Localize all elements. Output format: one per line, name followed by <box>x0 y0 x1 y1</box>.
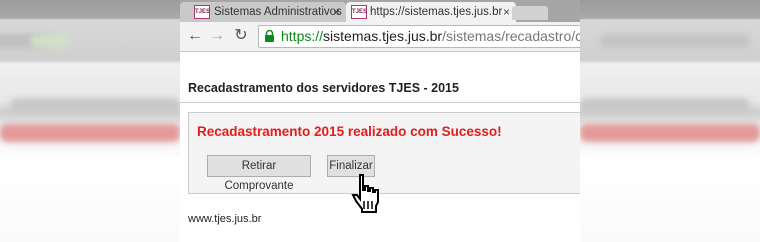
close-icon[interactable]: × <box>333 5 340 19</box>
back-arrow-icon[interactable]: ← <box>186 27 204 45</box>
reload-icon[interactable]: ↻ <box>232 27 250 45</box>
forward-arrow-icon[interactable]: → <box>208 27 226 45</box>
browser-toolbar: ← → ↻ https://sistemas.tjes.jus.br/siste… <box>180 22 580 52</box>
page-title: Recadastramento dos servidores TJES - 20… <box>188 81 459 95</box>
hand-pointer-cursor-icon <box>351 174 379 213</box>
url-host: sistemas.tjes.jus.br <box>323 28 443 44</box>
lock-icon <box>265 30 274 42</box>
address-bar[interactable]: https://sistemas.tjes.jus.br/sistemas/re… <box>258 25 580 48</box>
tab-label: https://sistemas.tjes.jus.br <box>370 6 503 18</box>
blurred-right-background <box>580 0 760 242</box>
tab-sistemas-administrativos[interactable]: TJES Sistemas Administrativos × <box>180 2 346 22</box>
url-scheme: https:// <box>281 28 324 44</box>
tab-bar: TJES Sistemas Administrativos × TJES htt… <box>180 0 580 22</box>
tab-label: Sistemas Administrativos <box>214 6 342 18</box>
success-message: Recadastramento 2015 realizado com Suces… <box>197 124 502 139</box>
retirar-comprovante-button[interactable]: Retirar Comprovante <box>207 155 311 192</box>
blurred-left-background <box>0 0 180 242</box>
tjes-favicon-icon: TJES <box>351 5 367 19</box>
new-tab-button[interactable] <box>512 6 548 20</box>
browser-window: TJES Sistemas Administrativos × TJES htt… <box>180 0 580 242</box>
close-icon[interactable]: × <box>503 5 510 19</box>
divider <box>180 102 580 103</box>
tjes-favicon-icon: TJES <box>194 5 210 19</box>
url-path: /sistemas/recadastro/cad <box>442 28 580 44</box>
tab-sistemas-tjes[interactable]: TJES https://sistemas.tjes.jus.br × <box>346 2 516 22</box>
footer-url: www.tjes.jus.br <box>188 213 262 225</box>
